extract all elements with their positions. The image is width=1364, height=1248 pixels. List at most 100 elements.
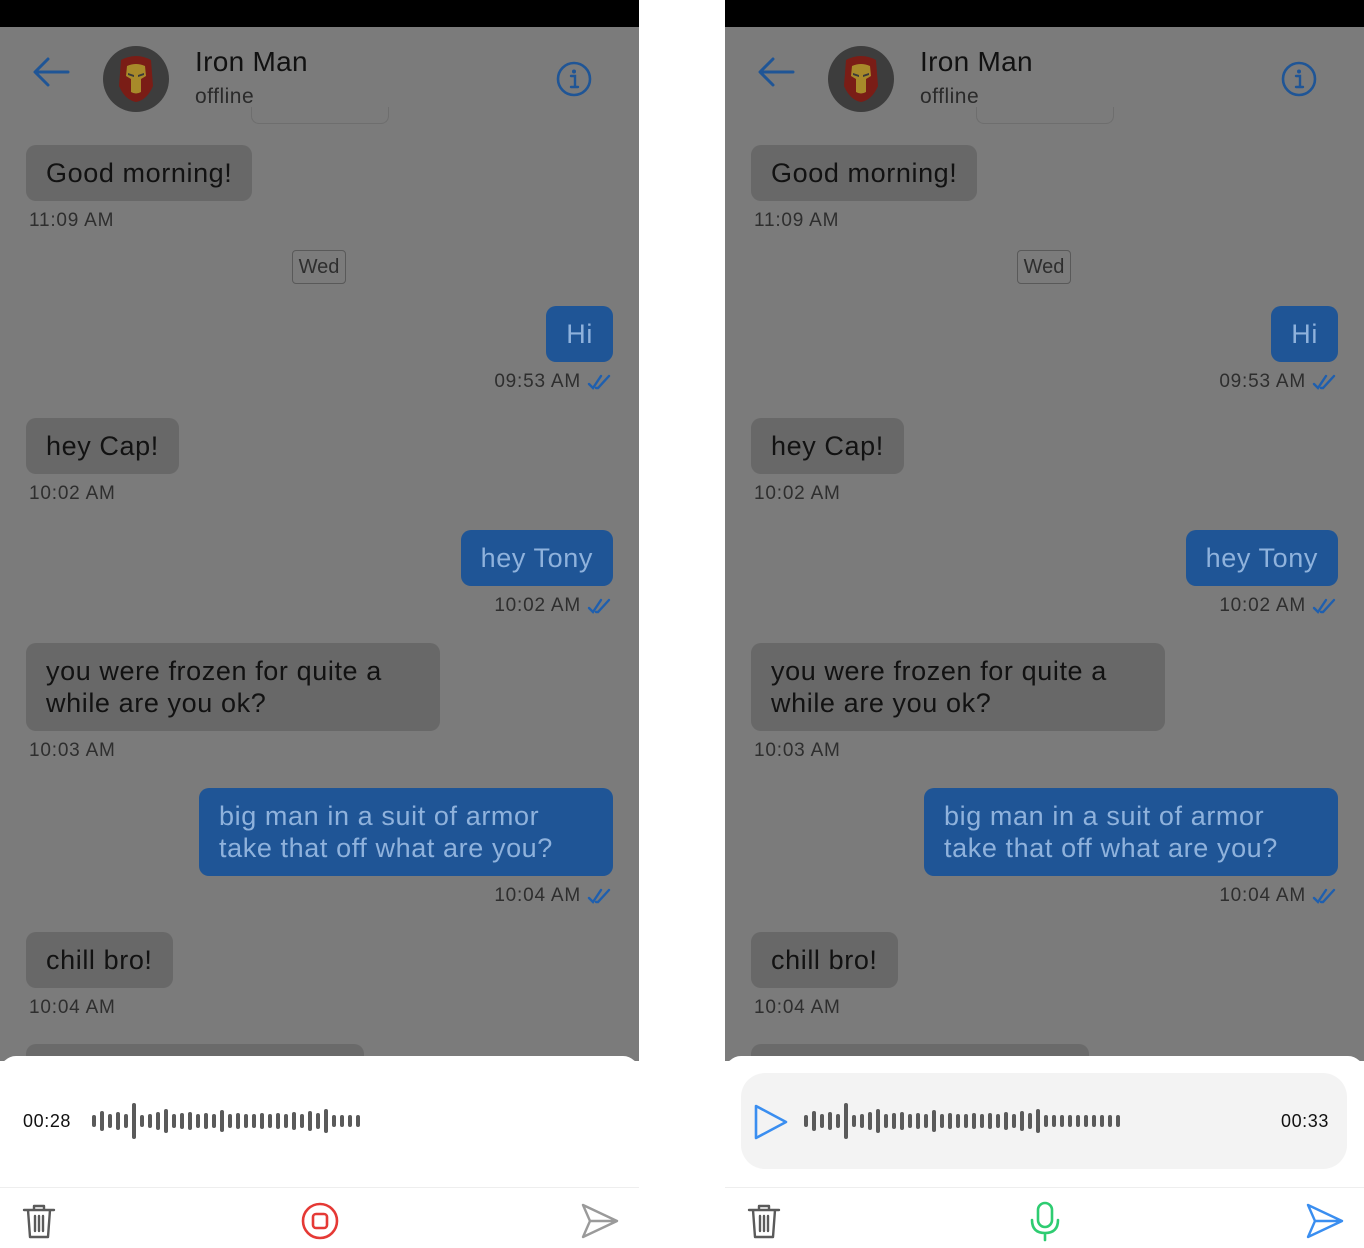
waveform-bar — [308, 1111, 312, 1131]
recording-screen: Iron Man offline Good morning! 11:09 AM … — [0, 0, 639, 1248]
message-meta: 10:04 AM — [494, 885, 611, 907]
send-icon[interactable] — [580, 1202, 620, 1240]
waveform-bar — [892, 1113, 896, 1129]
waveform-bar — [100, 1111, 104, 1131]
waveform-bar — [196, 1114, 200, 1128]
message-bubble[interactable]: hey Cap! — [26, 418, 179, 474]
waveform-bar — [204, 1113, 208, 1129]
message-line: you were frozen for quite a — [46, 656, 382, 686]
message-line: while are you ok? — [46, 688, 267, 718]
waveform-bar — [116, 1112, 120, 1130]
previous-message-edge — [251, 107, 389, 124]
message-time: 10:02 AM — [29, 483, 116, 504]
waveform-bar — [1004, 1112, 1008, 1130]
message-time: 10:04 AM — [1219, 885, 1306, 906]
playback-sheet: 00:33 — [725, 1056, 1364, 1248]
status-bar — [725, 0, 1364, 27]
message-bubble[interactable]: Hi — [546, 306, 613, 362]
message-line: take that off what are you? — [944, 833, 1278, 863]
back-arrow-icon[interactable] — [755, 54, 799, 90]
waveform-bar — [948, 1113, 952, 1129]
message-bubble[interactable]: hey Tony — [1185, 530, 1338, 586]
waveform-bar — [140, 1115, 144, 1127]
waveform-bar — [212, 1114, 216, 1128]
message-meta: 10:04 AM — [1219, 885, 1336, 907]
message-time: 10:02 AM — [494, 595, 581, 616]
send-icon[interactable] — [1305, 1202, 1345, 1240]
double-check-icon — [1312, 888, 1336, 904]
message-line: big man in a suit of armor — [219, 801, 540, 831]
iron-man-helmet-icon — [844, 56, 878, 102]
stop-record-icon[interactable] — [300, 1201, 340, 1241]
waveform-bar — [1068, 1115, 1072, 1127]
day-separator: Wed — [292, 250, 346, 284]
iron-man-helmet-icon — [119, 56, 153, 102]
waveform-bar — [252, 1114, 256, 1128]
message-line: you were frozen for quite a — [771, 656, 1107, 686]
message-time: 10:04 AM — [29, 997, 116, 1018]
audio-duration: 00:33 — [1280, 1111, 1329, 1131]
waveform-bar — [900, 1112, 904, 1130]
trash-icon[interactable] — [746, 1202, 782, 1240]
message-bubble[interactable]: you were frozen for quite a while are yo… — [751, 643, 1165, 731]
divider — [0, 1187, 639, 1188]
recording-timer: 00:28 — [23, 1111, 72, 1131]
waveform-bar — [332, 1115, 336, 1127]
trash-icon[interactable] — [21, 1202, 57, 1240]
waveform-bar — [868, 1112, 872, 1130]
waveform-bar — [284, 1114, 288, 1128]
waveform-bar — [1100, 1115, 1104, 1127]
waveform-bar — [908, 1114, 912, 1128]
status-bar — [0, 0, 639, 27]
waveform-bar — [852, 1115, 856, 1127]
waveform-bar — [348, 1115, 352, 1127]
message-bubble[interactable]: you were frozen for quite a while are yo… — [26, 643, 440, 731]
waveform-bar — [268, 1114, 272, 1128]
waveform-bar — [988, 1113, 992, 1129]
message-time: 10:03 AM — [754, 740, 841, 761]
message-bubble[interactable]: chill bro! — [26, 932, 173, 988]
waveform-bar — [292, 1112, 296, 1130]
waveform-bar — [876, 1109, 880, 1133]
contact-status: offline — [195, 85, 255, 108]
waveform-bar — [228, 1114, 232, 1128]
message-line: while are you ok? — [771, 688, 992, 718]
waveform-bar — [356, 1115, 360, 1127]
avatar[interactable] — [103, 46, 169, 112]
waveform-bar — [188, 1112, 192, 1130]
waveform-bar — [964, 1114, 968, 1128]
message-bubble[interactable]: Good morning! — [751, 145, 978, 201]
info-icon[interactable] — [555, 60, 593, 98]
message-time: 10:02 AM — [1219, 595, 1306, 616]
message-bubble[interactable]: Hi — [1271, 306, 1338, 362]
chat-header: Iron Man offline — [725, 27, 1364, 119]
waveform-bar — [980, 1114, 984, 1128]
waveform-bar — [180, 1113, 184, 1129]
back-arrow-icon[interactable] — [30, 54, 74, 90]
message-bubble[interactable]: big man in a suit of armor take that off… — [199, 788, 613, 876]
message-time: 10:02 AM — [754, 483, 841, 504]
message-bubble[interactable]: hey Cap! — [751, 418, 904, 474]
message-line: big man in a suit of armor — [944, 801, 1265, 831]
waveform-bar — [1028, 1113, 1032, 1129]
waveform-bar — [1116, 1115, 1120, 1127]
waveform-bar — [132, 1103, 136, 1139]
message-meta: 09:53 AM — [494, 371, 611, 393]
message-bubble[interactable]: big man in a suit of armor take that off… — [924, 788, 1338, 876]
waveform-bar — [300, 1114, 304, 1128]
message-bubble[interactable]: chill bro! — [751, 932, 898, 988]
message-time: 10:03 AM — [29, 740, 116, 761]
avatar[interactable] — [828, 46, 894, 112]
microphone-icon[interactable] — [1027, 1200, 1063, 1242]
message-bubble[interactable]: Good morning! — [26, 145, 253, 201]
message-bubble[interactable]: hey Tony — [460, 530, 613, 586]
playback-screen: Iron Man offline Good morning! 11:09 AM … — [725, 0, 1364, 1248]
waveform-bar — [1108, 1115, 1112, 1127]
waveform-bar — [1076, 1115, 1080, 1127]
waveform-bar — [236, 1113, 240, 1129]
play-icon[interactable] — [751, 1103, 791, 1141]
contact-status: offline — [920, 85, 980, 108]
audio-waveform[interactable] — [804, 1101, 1120, 1141]
info-icon[interactable] — [1280, 60, 1318, 98]
waveform-bar — [124, 1114, 128, 1128]
